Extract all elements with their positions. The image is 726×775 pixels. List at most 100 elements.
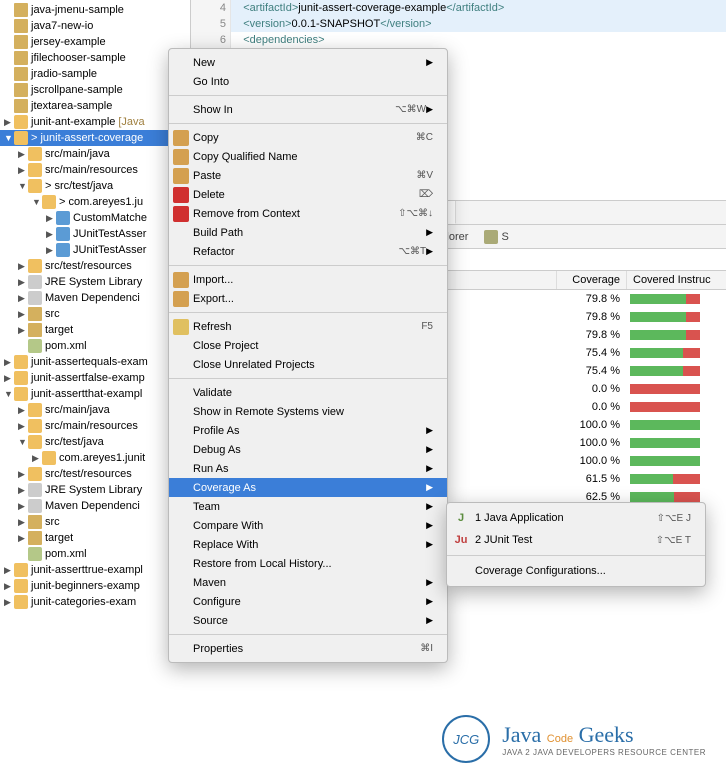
tree-item[interactable]: ▶src/main/java xyxy=(0,146,190,162)
twisty-icon[interactable]: ▼ xyxy=(18,437,28,447)
tree-item[interactable]: ▶JUnitTestAsser xyxy=(0,226,190,242)
tree-item[interactable]: pom.xml xyxy=(0,338,190,354)
menu-item[interactable]: Go Into xyxy=(169,72,447,91)
menu-item[interactable]: Coverage As▶ xyxy=(169,478,447,497)
tree-item[interactable]: jscrollpane-sample xyxy=(0,82,190,98)
tree-item[interactable]: ▶Maven Dependenci xyxy=(0,290,190,306)
menu-item[interactable]: Source▶ xyxy=(169,611,447,630)
twisty-icon[interactable]: ▶ xyxy=(18,405,28,416)
twisty-icon[interactable]: ▶ xyxy=(46,245,56,256)
twisty-icon[interactable]: ▼ xyxy=(4,389,14,399)
twisty-icon[interactable]: ▶ xyxy=(46,213,56,224)
tree-item[interactable]: ▶junit-ant-example[Java xyxy=(0,114,190,130)
twisty-icon[interactable]: ▼ xyxy=(4,133,14,143)
twisty-icon[interactable]: ▶ xyxy=(4,597,14,608)
menu-item[interactable]: Close Project xyxy=(169,336,447,355)
project-explorer[interactable]: java-jmenu-samplejava7-new-iojersey-exam… xyxy=(0,0,190,610)
menu-item[interactable]: Show In⌥⌘W▶ xyxy=(169,100,447,119)
menu-item[interactable]: Restore from Local History... xyxy=(169,554,447,573)
tree-item[interactable]: ▶target xyxy=(0,322,190,338)
tree-item[interactable]: ▶src/test/resources xyxy=(0,466,190,482)
twisty-icon[interactable]: ▼ xyxy=(32,197,42,207)
tree-item[interactable]: ▶JRE System Library xyxy=(0,274,190,290)
coverage-as-submenu[interactable]: J1 Java Application⇧⌥E JJu2 JUnit Test⇧⌥… xyxy=(446,502,706,587)
code-line[interactable]: <dependencies> xyxy=(231,32,726,48)
tree-item[interactable]: ▶JRE System Library xyxy=(0,482,190,498)
code-line[interactable]: <artifactId>junit-assert-coverage-exampl… xyxy=(231,0,726,16)
menu-item[interactable]: Close Unrelated Projects xyxy=(169,355,447,374)
twisty-icon[interactable]: ▶ xyxy=(32,453,42,464)
tree-item[interactable]: ▶src xyxy=(0,306,190,322)
menu-item[interactable]: Debug As▶ xyxy=(169,440,447,459)
tree-item[interactable]: jfilechooser-sample xyxy=(0,50,190,66)
tree-item[interactable]: ▶src/main/java xyxy=(0,402,190,418)
twisty-icon[interactable]: ▼ xyxy=(18,181,28,191)
submenu-item[interactable]: J1 Java Application⇧⌥E J xyxy=(447,507,705,529)
twisty-icon[interactable]: ▶ xyxy=(18,501,28,512)
tree-item[interactable]: ▼junit-assertthat-exampl xyxy=(0,386,190,402)
menu-item[interactable]: Copy Qualified Name xyxy=(169,147,447,166)
twisty-icon[interactable]: ▶ xyxy=(18,309,28,320)
tree-item[interactable]: ▶junit-assertequals-exam xyxy=(0,354,190,370)
menu-item[interactable]: Configure▶ xyxy=(169,592,447,611)
tree-item[interactable]: ▶src/main/resources xyxy=(0,162,190,178)
tree-item[interactable]: jradio-sample xyxy=(0,66,190,82)
tree-item[interactable]: ▶junit-beginners-examp xyxy=(0,578,190,594)
twisty-icon[interactable]: ▶ xyxy=(18,261,28,272)
menu-item[interactable]: Compare With▶ xyxy=(169,516,447,535)
menu-item[interactable]: Copy⌘C xyxy=(169,128,447,147)
tree-item[interactable]: ▶CustomMatche xyxy=(0,210,190,226)
tree-item[interactable]: java7-new-io xyxy=(0,18,190,34)
tree-item[interactable]: ▶junit-asserttrue-exampl xyxy=(0,562,190,578)
menu-item[interactable]: Team▶ xyxy=(169,497,447,516)
tree-item[interactable]: ▶com.areyes1.junit xyxy=(0,450,190,466)
menu-item[interactable]: Export... xyxy=(169,289,447,308)
tree-item[interactable]: ▶src/main/resources xyxy=(0,418,190,434)
twisty-icon[interactable]: ▶ xyxy=(18,149,28,160)
menu-item[interactable]: Validate xyxy=(169,383,447,402)
menu-item[interactable]: Import... xyxy=(169,270,447,289)
twisty-icon[interactable]: ▶ xyxy=(4,117,14,128)
twisty-icon[interactable]: ▶ xyxy=(18,421,28,432)
twisty-icon[interactable]: ▶ xyxy=(18,469,28,480)
twisty-icon[interactable]: ▶ xyxy=(4,373,14,384)
tree-item[interactable]: ▼> junit-assert-coverage xyxy=(0,130,190,146)
menu-item[interactable]: Show in Remote Systems view xyxy=(169,402,447,421)
context-menu[interactable]: New▶Go Into Show In⌥⌘W▶ Copy⌘CCopy Qualifi… xyxy=(168,48,448,663)
twisty-icon[interactable]: ▶ xyxy=(18,533,28,544)
menu-item[interactable]: Paste⌘V xyxy=(169,166,447,185)
twisty-icon[interactable]: ▶ xyxy=(18,517,28,528)
menu-item[interactable]: RefreshF5 xyxy=(169,317,447,336)
menu-item[interactable]: Build Path▶ xyxy=(169,223,447,242)
menu-item[interactable]: Profile As▶ xyxy=(169,421,447,440)
tree-item[interactable]: jersey-example xyxy=(0,34,190,50)
twisty-icon[interactable]: ▶ xyxy=(18,277,28,288)
tree-item[interactable]: jtextarea-sample xyxy=(0,98,190,114)
menu-item[interactable]: Refactor⌥⌘T▶ xyxy=(169,242,447,261)
tree-item[interactable]: ▶target xyxy=(0,530,190,546)
twisty-icon[interactable]: ▶ xyxy=(4,581,14,592)
tree-item[interactable]: ▶Maven Dependenci xyxy=(0,498,190,514)
twisty-icon[interactable]: ▶ xyxy=(18,325,28,336)
tree-item[interactable]: ▶src xyxy=(0,514,190,530)
twisty-icon[interactable]: ▶ xyxy=(18,293,28,304)
tree-item[interactable]: ▼> com.areyes1.ju xyxy=(0,194,190,210)
submenu-item[interactable]: Ju2 JUnit Test⇧⌥E T xyxy=(447,529,705,551)
twisty-icon[interactable]: ▶ xyxy=(4,357,14,368)
tree-item[interactable]: pom.xml xyxy=(0,546,190,562)
twisty-icon[interactable]: ▶ xyxy=(18,165,28,176)
menu-item[interactable]: Properties⌘I xyxy=(169,639,447,658)
menu-item[interactable]: Remove from Context⇧⌥⌘↓ xyxy=(169,204,447,223)
twisty-icon[interactable]: ▶ xyxy=(46,229,56,240)
code-line[interactable]: <version>0.0.1-SNAPSHOT</version> xyxy=(231,16,726,32)
menu-item[interactable]: Delete⌦ xyxy=(169,185,447,204)
tree-item[interactable]: ▶junit-assertfalse-examp xyxy=(0,370,190,386)
tree-item[interactable]: ▼src/test/java xyxy=(0,434,190,450)
tree-item[interactable]: ▼> src/test/java xyxy=(0,178,190,194)
menu-item[interactable]: Maven▶ xyxy=(169,573,447,592)
tree-item[interactable]: ▶junit-categories-exam xyxy=(0,594,190,610)
twisty-icon[interactable]: ▶ xyxy=(18,485,28,496)
tree-item[interactable]: java-jmenu-sample xyxy=(0,2,190,18)
tree-item[interactable]: ▶src/test/resources xyxy=(0,258,190,274)
menu-item[interactable]: New▶ xyxy=(169,53,447,72)
